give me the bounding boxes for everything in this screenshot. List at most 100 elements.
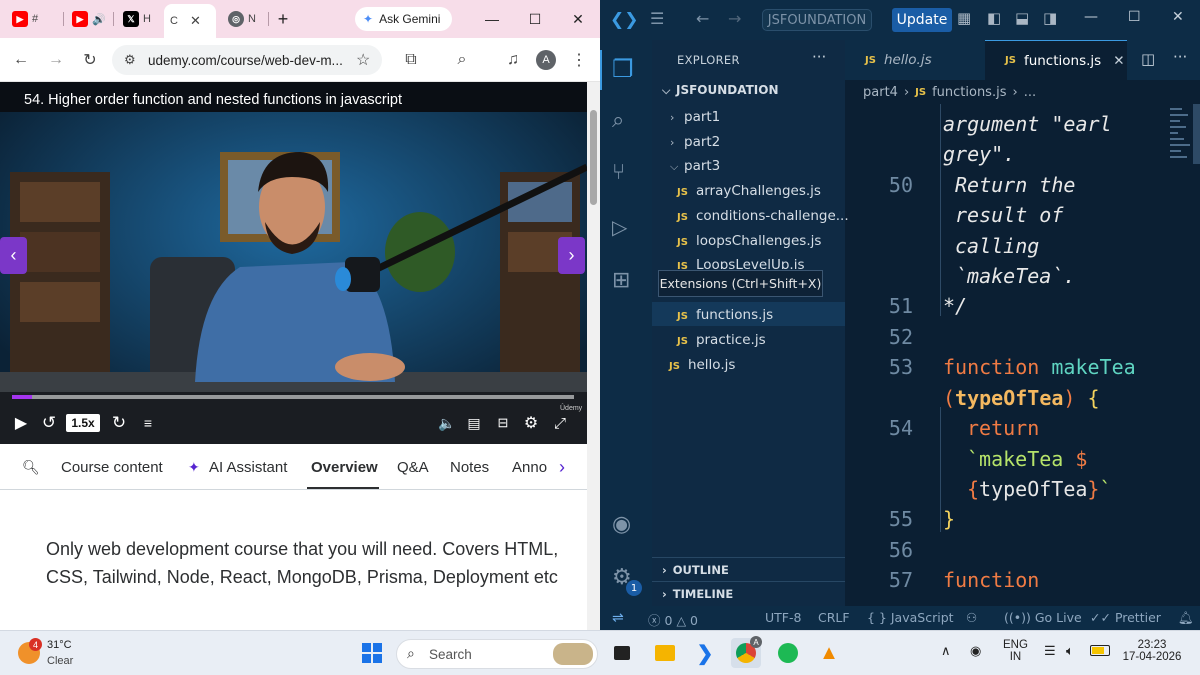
tab-announcements[interactable]: Anno (512, 459, 547, 476)
file-hello[interactable]: JS hello.js (669, 357, 735, 373)
video-player[interactable]: 54. Higher order function and nested fun… (0, 82, 587, 444)
folder-part1[interactable]: › part1 (670, 109, 720, 125)
file-arraychallenges[interactable]: JS arrayChallenges.js (677, 183, 821, 199)
media-control-icon[interactable]: ♫ (502, 49, 524, 71)
accounts-icon[interactable]: ◉ (612, 512, 640, 540)
address-bar[interactable]: ⚙ udemy.com/course/web-dev-m... ☆ (112, 45, 382, 75)
split-editor-icon[interactable]: ◫ (1141, 50, 1155, 68)
location-icon[interactable]: ◉ (970, 643, 981, 659)
file-loopslevelup[interactable]: JS LoopsLevelUp.js (677, 257, 805, 269)
minimap[interactable] (1167, 104, 1200, 606)
site-settings-icon[interactable]: ⚙ (124, 52, 136, 68)
tab-course-content[interactable]: Course content (61, 459, 163, 476)
next-lecture-button[interactable]: › (558, 237, 585, 274)
vlc-icon[interactable]: ▲ (814, 638, 844, 668)
new-tab-button[interactable]: + (273, 9, 293, 29)
file-loopschallenges[interactable]: JS loopsChallenges.js (677, 233, 821, 249)
clock[interactable]: 23:23 17-04-2026 (1122, 639, 1182, 663)
volume-icon[interactable]: 🔈︎ (1066, 643, 1074, 659)
problems-indicator[interactable]: ⓧ 0 △ 0 (648, 610, 698, 629)
nav-back-icon[interactable]: ← (696, 9, 709, 28)
settings-gear-icon[interactable]: ⚙ (520, 412, 542, 434)
folder-part2[interactable]: › part2 (670, 134, 720, 150)
run-debug-icon[interactable]: ▷ (612, 215, 640, 243)
extensions-icon[interactable]: ⧉ (400, 49, 422, 71)
toggle-primary-sidebar-icon[interactable]: ◧ (987, 9, 1001, 27)
breadcrumb-more[interactable]: ... (1024, 85, 1036, 100)
tab-ai-assistant[interactable]: AI Assistant (209, 459, 287, 476)
taskbar-search[interactable]: ⌕ Search (396, 639, 598, 669)
add-note-icon[interactable]: ≡ (137, 412, 159, 434)
video-progress-bar[interactable] (12, 395, 574, 399)
close-window-button[interactable]: ✕ (1172, 9, 1184, 25)
source-control-icon[interactable]: ⑂ (612, 160, 640, 188)
browser-tab-active[interactable]: C ✕ (164, 4, 216, 38)
weather-temperature[interactable]: 31°C (47, 639, 72, 651)
language-indicator[interactable]: ENG IN (1003, 639, 1028, 663)
breadcrumb-folder[interactable]: part4 (863, 85, 898, 100)
breadcrumb-file[interactable]: functions.js (932, 85, 1006, 100)
transcript-icon[interactable]: ▤ (464, 412, 484, 434)
file-explorer-icon[interactable] (650, 638, 680, 668)
battery-icon[interactable] (1090, 645, 1110, 656)
tab-hello-js[interactable]: JS hello.js (845, 40, 985, 80)
weather-condition[interactable]: Clear (47, 655, 73, 667)
task-view-icon[interactable] (607, 638, 637, 668)
search-icon[interactable]: ⌕ (612, 108, 640, 136)
forward-icon[interactable]: ↻ (108, 412, 130, 434)
page-scrollbar-thumb[interactable] (590, 110, 597, 205)
tab-functions-js[interactable]: JS functions.js ✕ (985, 40, 1127, 80)
more-actions-icon[interactable]: ··· (1173, 48, 1187, 66)
wifi-icon[interactable]: ☰ (1044, 643, 1056, 659)
notifications-bell-icon[interactable]: 🔔︎ (1178, 610, 1194, 626)
outline-section[interactable]: › OUTLINE (652, 557, 845, 581)
back-icon[interactable]: ← (10, 49, 32, 71)
maximize-button[interactable]: ☐ (525, 9, 545, 29)
tab-notes[interactable]: Notes (450, 459, 489, 476)
browser-tab-3[interactable]: 𝕏 H (117, 6, 157, 32)
eol-indicator[interactable]: CRLF (818, 610, 850, 625)
maximize-button[interactable]: ☐ (1128, 9, 1141, 25)
encoding-indicator[interactable]: UTF-8 (765, 610, 801, 625)
copilot-icon[interactable]: ⚇ (966, 610, 977, 625)
forward-icon[interactable]: → (45, 49, 67, 71)
extensions-icon[interactable]: ⊞ (612, 268, 640, 296)
bookmark-star-icon[interactable]: ☆ (356, 50, 370, 70)
file-functions[interactable]: JS functions.js (677, 307, 773, 323)
language-mode[interactable]: { } JavaScript (867, 610, 954, 625)
explorer-files-icon[interactable]: ❐ (612, 55, 640, 83)
menu-hamburger-icon[interactable]: ☰ (650, 9, 664, 28)
timeline-section[interactable]: › TIMELINE (652, 581, 845, 605)
previous-lecture-button[interactable]: ‹ (0, 237, 27, 274)
play-icon[interactable]: ▶ (10, 412, 32, 434)
spotify-icon[interactable] (773, 638, 803, 668)
tray-chevron-icon[interactable]: ∧ (941, 643, 951, 659)
playback-speed-button[interactable]: 1.5x (66, 414, 100, 432)
minimize-button[interactable]: — (482, 9, 502, 29)
reload-icon[interactable]: ↻ (79, 49, 101, 71)
toggle-secondary-sidebar-icon[interactable]: ◨ (1043, 9, 1057, 27)
menu-dots-icon[interactable]: ⋮ (568, 49, 590, 71)
more-actions-icon[interactable]: ··· (812, 48, 826, 66)
rewind-icon[interactable]: ↺ (38, 412, 60, 434)
browser-tab-1[interactable]: ▶ # (6, 6, 44, 32)
close-icon[interactable]: ✕ (1113, 53, 1124, 69)
windows-start-icon[interactable] (357, 638, 387, 668)
close-window-button[interactable]: ✕ (568, 9, 588, 29)
customize-layout-icon[interactable]: ▦ (957, 9, 971, 27)
tab-overview[interactable]: Overview (311, 459, 378, 476)
browser-tab-2[interactable]: ▶ 🔊 (66, 6, 112, 32)
update-button[interactable]: Update (892, 8, 952, 32)
fullscreen-icon[interactable]: ⤢ (549, 412, 571, 434)
root-folder[interactable]: ⌵ JSFOUNDATION (662, 83, 779, 98)
captions-icon[interactable]: ⊟ (492, 412, 514, 434)
folder-part3[interactable]: ⌵ part3 (670, 158, 720, 174)
profile-avatar[interactable]: A (536, 50, 556, 70)
chrome-taskbar-icon[interactable]: A (731, 636, 762, 668)
remote-indicator-icon[interactable]: ⇌ (612, 610, 624, 626)
file-practice[interactable]: JS practice.js (677, 332, 766, 348)
nav-forward-icon[interactable]: → (728, 9, 741, 28)
chevron-right-icon[interactable]: › (551, 455, 573, 479)
toggle-panel-icon[interactable]: ⬓ (1015, 9, 1029, 27)
tab-qa[interactable]: Q&A (397, 459, 429, 476)
